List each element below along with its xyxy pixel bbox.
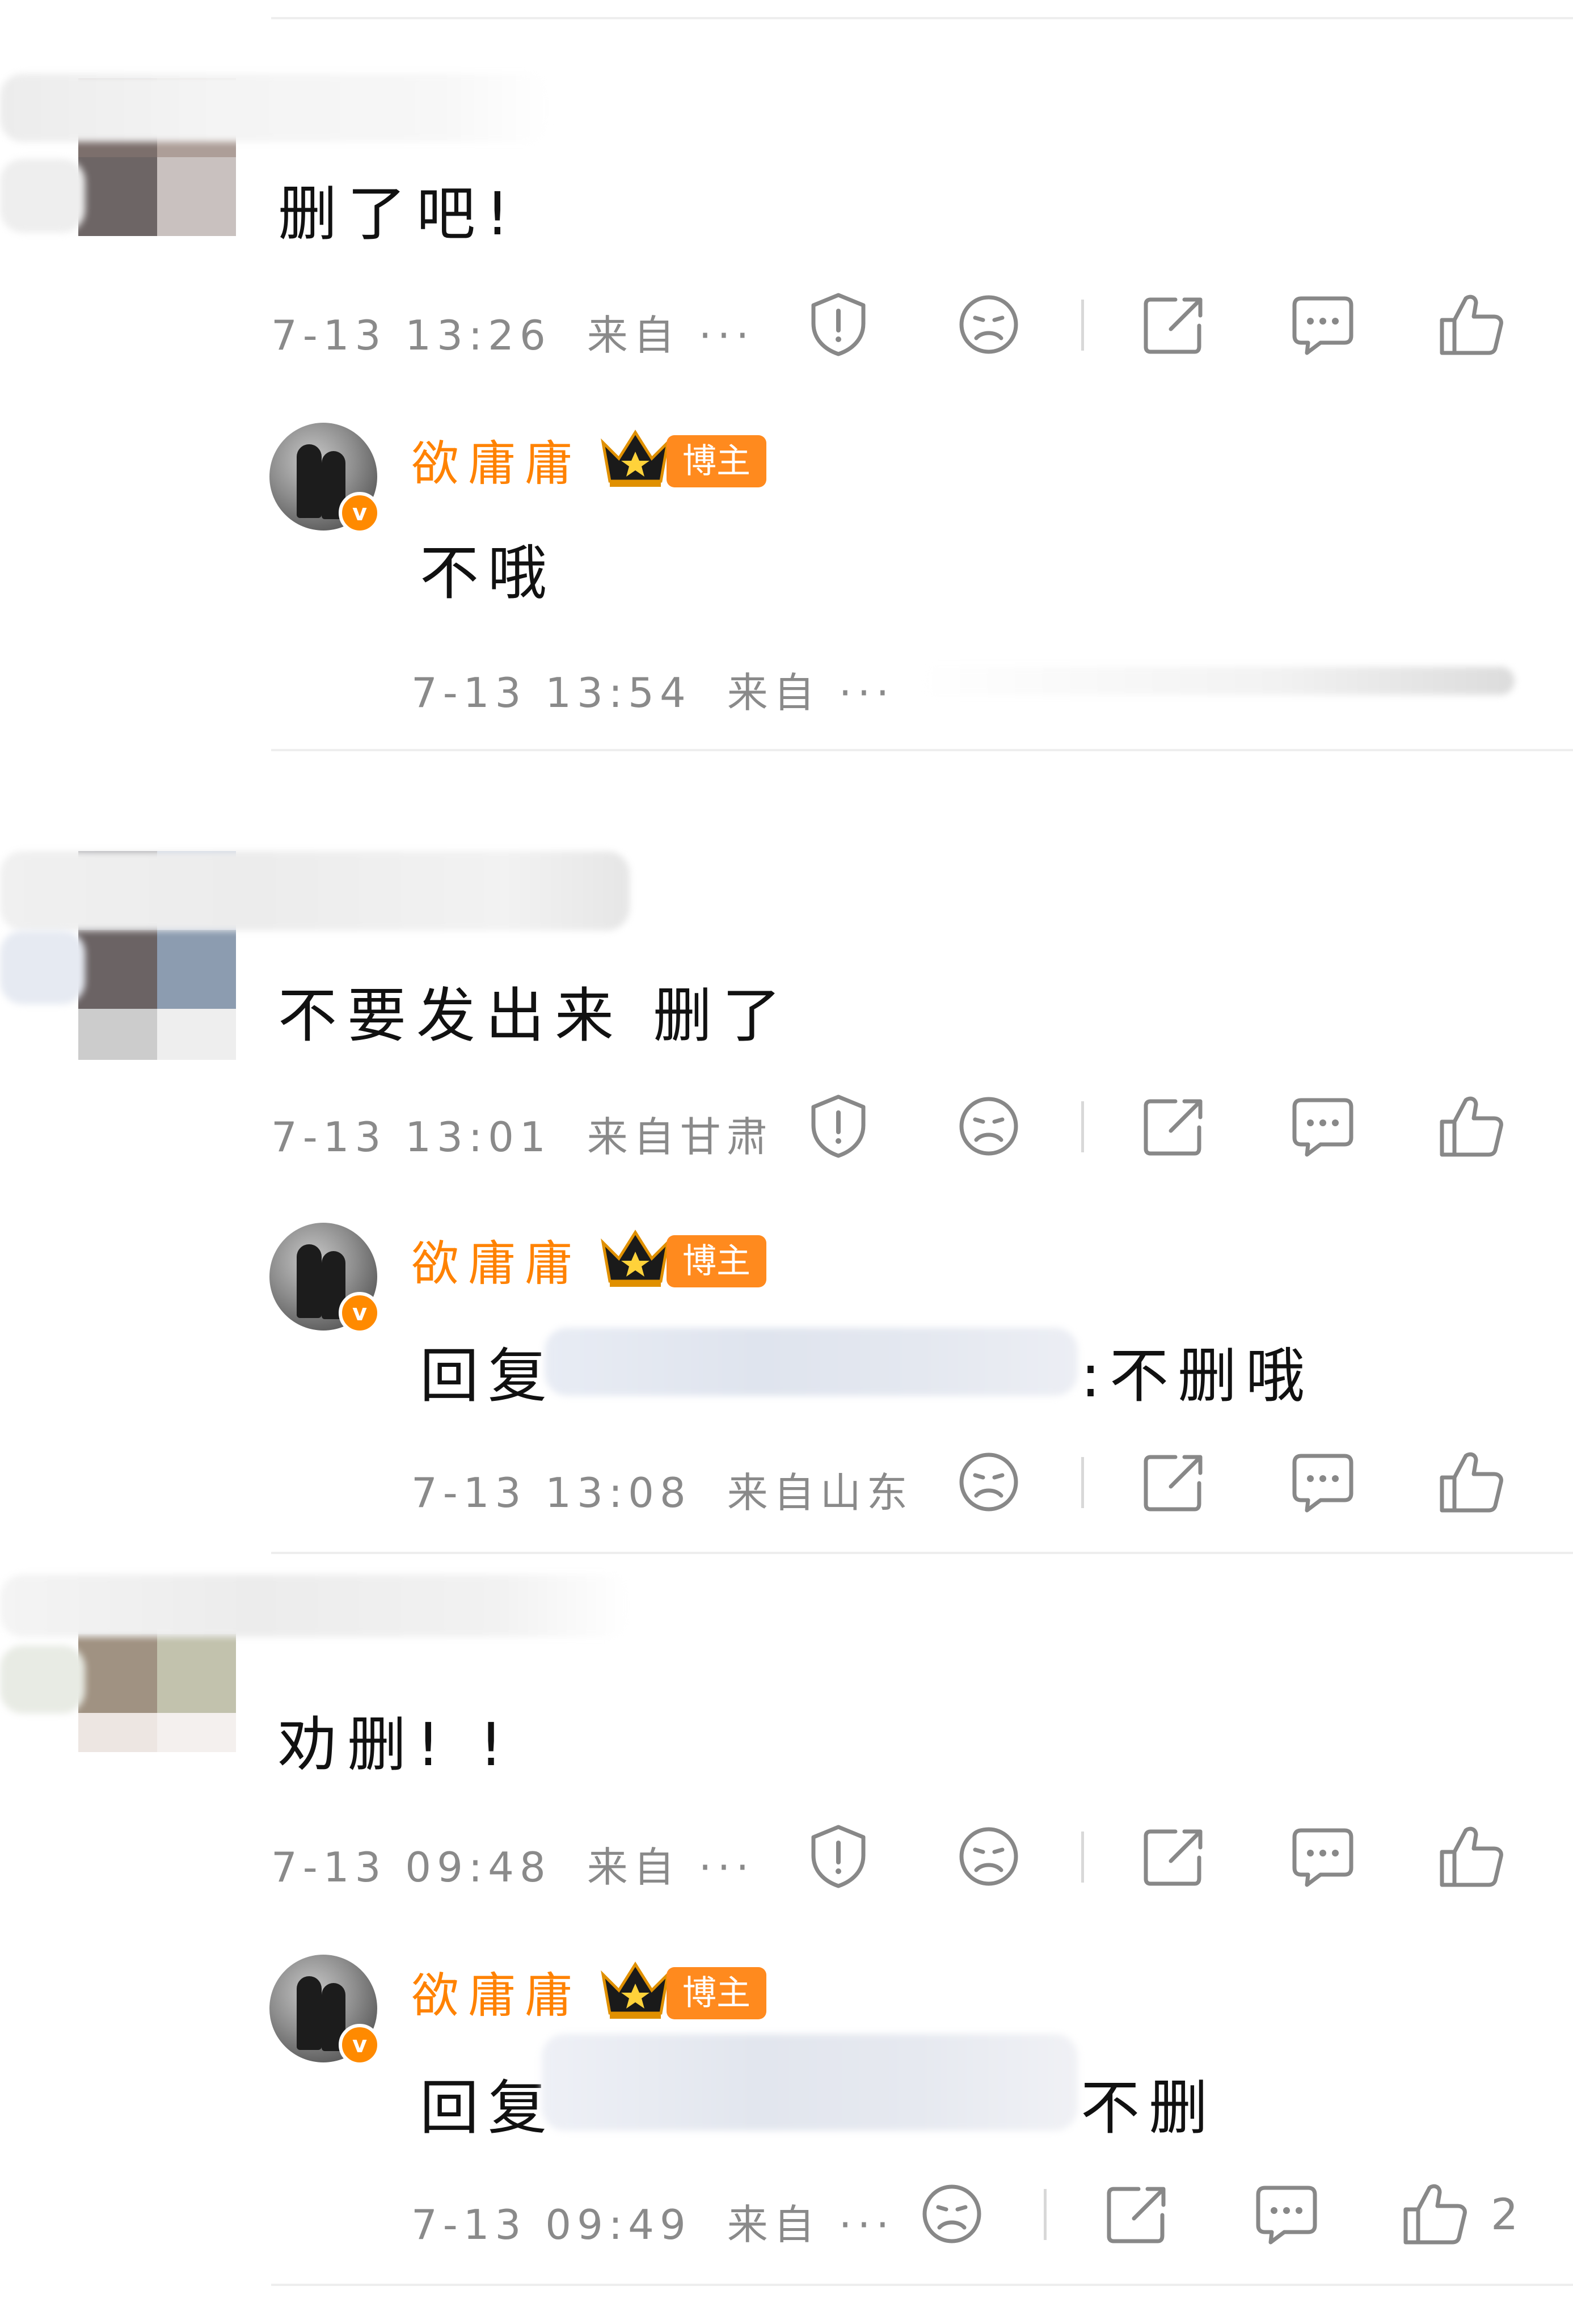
censored-username [0, 74, 550, 142]
username[interactable]: 欲庸庸 [411, 1226, 581, 1294]
separator [1081, 1457, 1084, 1508]
reply-text: 不哦 [420, 538, 556, 608]
reply-time: 7-13 09:49 来自 ··· [411, 2191, 895, 2251]
like-icon[interactable] [1401, 2180, 1469, 2248]
avatar[interactable]: v [269, 1223, 381, 1334]
report-icon[interactable] [804, 1822, 872, 1891]
comment-icon[interactable] [1289, 1092, 1357, 1160]
dislike-icon[interactable] [955, 290, 1023, 359]
share-icon[interactable] [1140, 1822, 1208, 1891]
crown-icon [598, 1227, 672, 1289]
like-icon[interactable] [1437, 1448, 1505, 1516]
blogger-badge: 博主 [667, 1967, 766, 2019]
comment-time: 7-13 13:26 来自 ··· [271, 302, 754, 361]
comment-text: 劝删! ! [278, 1710, 513, 1779]
share-icon[interactable] [1140, 1092, 1208, 1160]
source-label: 来自 ··· [727, 669, 895, 717]
censored-username [0, 1574, 630, 1637]
source-label: 来自 ··· [587, 311, 755, 359]
dislike-icon[interactable] [918, 2180, 986, 2248]
blogger-badge: 博主 [667, 435, 766, 487]
separator [1081, 1101, 1084, 1152]
timestamp: 7-13 13:54 [411, 669, 691, 717]
comment-time: 7-13 13:01 来自甘肃 [271, 1104, 773, 1163]
crown-icon [598, 1959, 672, 2021]
divider [271, 2284, 1573, 2286]
comment-text: 删了吧! [278, 179, 520, 249]
source-label: 来自 ··· [587, 1843, 755, 1891]
verified-icon: v [339, 1292, 381, 1334]
share-icon[interactable] [1140, 290, 1208, 359]
like-count: 2 [1491, 2189, 1519, 2239]
timestamp: 7-13 13:01 [271, 1113, 551, 1161]
crown-icon [598, 427, 672, 489]
timestamp: 7-13 13:08 [411, 1469, 691, 1517]
reply-text: 不删 [1081, 2073, 1217, 2142]
divider [271, 749, 1573, 751]
dislike-icon[interactable] [955, 1822, 1023, 1891]
reply-text: :不删哦 [1081, 1341, 1314, 1411]
censored-username [0, 851, 630, 931]
censored-mention[interactable] [542, 2034, 1078, 2131]
report-icon[interactable] [804, 290, 872, 359]
censored-edge [0, 931, 85, 1004]
timestamp: 7-13 09:49 [411, 2201, 691, 2249]
censored-mention[interactable] [545, 1328, 1078, 1396]
censored-actions [919, 667, 1515, 695]
avatar[interactable]: v [269, 1955, 381, 2066]
comment-icon[interactable] [1289, 290, 1357, 359]
reply-prefix: 回复 [420, 1341, 556, 1411]
reply-prefix: 回复 [420, 2073, 556, 2142]
timestamp: 7-13 13:26 [271, 311, 551, 359]
report-icon[interactable] [804, 1092, 872, 1160]
source-label: 来自甘肃 [587, 1113, 773, 1161]
reply-time: 7-13 13:54 来自 ··· [411, 659, 895, 719]
dislike-icon[interactable] [955, 1448, 1023, 1516]
share-icon[interactable] [1103, 2180, 1171, 2248]
divider [271, 1552, 1573, 1554]
censored-edge [0, 159, 85, 233]
comment-time: 7-13 09:48 来自 ··· [271, 1834, 754, 1893]
like-icon[interactable] [1437, 1092, 1505, 1160]
separator [1044, 2189, 1047, 2240]
avatar[interactable]: v [269, 423, 381, 534]
dislike-icon[interactable] [955, 1092, 1023, 1160]
username[interactable]: 欲庸庸 [411, 1957, 581, 2026]
comment-icon[interactable] [1289, 1448, 1357, 1516]
timestamp: 7-13 09:48 [271, 1843, 551, 1891]
reply-time: 7-13 13:08 来自山东 [411, 1459, 913, 1519]
share-icon[interactable] [1140, 1448, 1208, 1516]
like-icon[interactable] [1437, 290, 1505, 359]
username[interactable]: 欲庸庸 [411, 426, 581, 494]
comment-icon[interactable] [1289, 1822, 1357, 1891]
separator [1081, 300, 1084, 351]
top-divider [271, 17, 1573, 19]
source-label: 来自 ··· [727, 2201, 895, 2249]
like-icon[interactable] [1437, 1822, 1505, 1891]
verified-icon: v [339, 2024, 381, 2066]
separator [1081, 1832, 1084, 1883]
blogger-badge: 博主 [667, 1235, 766, 1287]
verified-icon: v [339, 492, 381, 534]
censored-edge [0, 1645, 85, 1713]
comment-icon[interactable] [1253, 2180, 1321, 2248]
source-label: 来自山东 [727, 1469, 913, 1517]
comment-text: 不要发出来 删了 [278, 981, 792, 1050]
